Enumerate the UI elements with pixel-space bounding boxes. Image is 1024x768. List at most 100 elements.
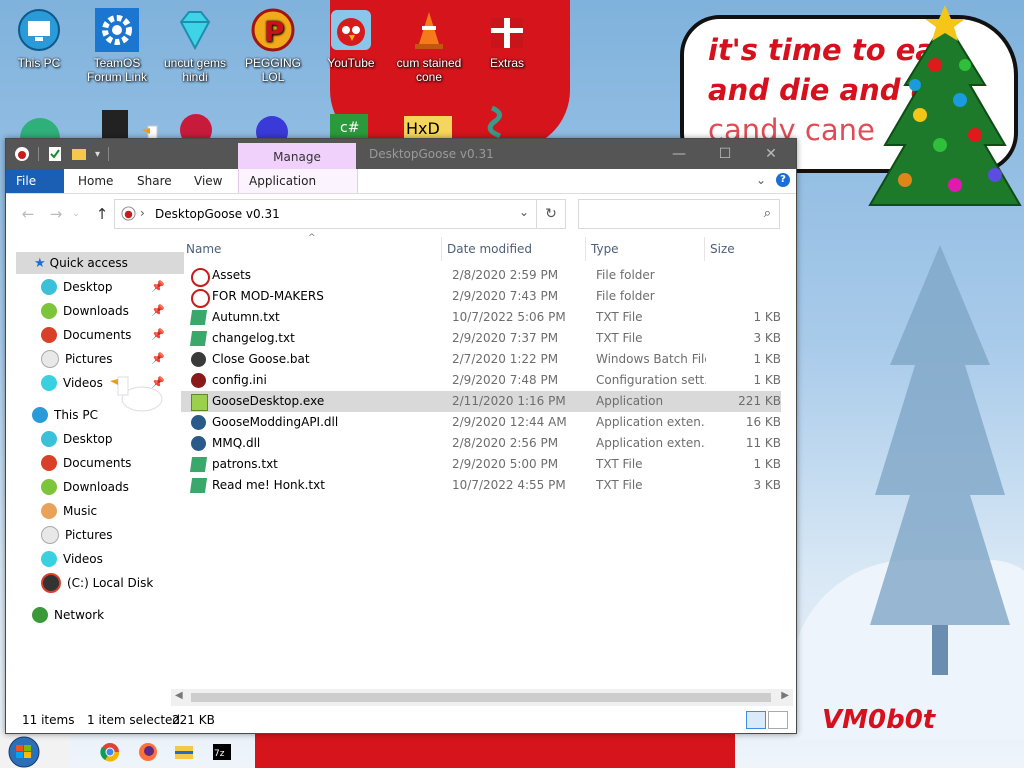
file-date: 2/9/2020 7:43 PM (452, 289, 559, 303)
column-divider[interactable] (585, 237, 586, 261)
desktop-icon-uncut-gems[interactable]: uncut gems hindi (156, 8, 234, 84)
minimize-button[interactable]: — (656, 139, 702, 169)
desktop-icon-teamos[interactable]: TeamOS Forum Link (78, 8, 156, 84)
nav-network[interactable]: Network (32, 604, 104, 626)
recent-locations-button[interactable]: ⌄ (70, 204, 82, 224)
nav-quick-documents[interactable]: Documents (41, 324, 131, 346)
file-size: 3 KB (753, 331, 781, 345)
nav-pc-videos[interactable]: Videos (41, 548, 103, 570)
dll-file-icon (191, 436, 206, 451)
column-divider[interactable] (441, 237, 442, 261)
start-button[interactable] (4, 736, 44, 768)
file-date: 10/7/2022 5:06 PM (452, 310, 566, 324)
large-icons-view-button[interactable] (768, 711, 788, 729)
nav-quick-pictures[interactable]: Pictures (41, 348, 113, 370)
scrollbar-thumb[interactable] (191, 693, 771, 702)
tab-share[interactable]: Share (127, 169, 182, 193)
nav-pc-desktop[interactable]: Desktop (41, 428, 113, 450)
pin-icon[interactable]: 📌 (151, 328, 165, 342)
status-selected-count: 1 item selected (87, 713, 181, 727)
file-row[interactable]: MMQ.dll 2/8/2020 2:56 PM Application exten… (181, 433, 781, 454)
address-dropdown-chevron-icon[interactable]: ⌄ (519, 205, 529, 219)
forward-button[interactable]: → (46, 204, 66, 224)
downloads-icon (41, 302, 57, 319)
nav-quick-access[interactable]: ★ Quick access (16, 252, 184, 274)
desktop-icon-extras[interactable]: Extras (468, 8, 546, 70)
scroll-left-icon[interactable]: ◀ (175, 690, 183, 701)
pin-icon[interactable]: 📌 (151, 352, 165, 366)
downloads-icon (41, 478, 57, 495)
text-file-icon (189, 310, 208, 325)
chevron-down-icon: ⌄ (72, 209, 80, 219)
tab-view[interactable]: View (184, 169, 232, 193)
search-box[interactable]: ⌕ (578, 199, 780, 229)
customize-toolbar-chevron-icon[interactable]: ▾ (95, 149, 100, 160)
text-file-icon (189, 331, 208, 346)
pin-icon[interactable]: 📌 (151, 280, 165, 294)
file-row[interactable]: changelog.txt 2/9/2020 7:37 PM TXT File 3 K… (181, 328, 781, 349)
up-button[interactable]: ↑ (92, 204, 112, 224)
nav-pc-downloads[interactable]: Downloads (41, 476, 129, 498)
file-row[interactable]: Read me! Honk.txt 10/7/2022 4:55 PM TXT Fi… (181, 475, 781, 496)
horizontal-scrollbar[interactable]: ◀ ▶ (171, 689, 793, 706)
column-header-name[interactable]: Name (186, 237, 441, 261)
firefox-icon[interactable] (138, 742, 158, 762)
details-view-button[interactable] (746, 711, 766, 729)
tab-file[interactable]: File (6, 169, 64, 193)
file-row[interactable]: Autumn.txt 10/7/2022 5:06 PM TXT File 1 KB (181, 307, 781, 328)
desktop-icon-youtube[interactable]: YouTube (312, 8, 390, 70)
file-row[interactable]: GooseModdingAPI.dll 2/9/2020 12:44 AM Appl… (181, 412, 781, 433)
desktop-icon-cone[interactable]: cum stained cone (390, 8, 468, 84)
maximize-button[interactable]: ☐ (702, 139, 748, 169)
file-date: 10/7/2022 4:55 PM (452, 478, 566, 492)
file-explorer-icon[interactable] (174, 742, 194, 762)
file-date: 2/9/2020 5:00 PM (452, 457, 559, 471)
tab-application-tools[interactable]: Application Tools (238, 169, 358, 212)
file-row[interactable]: Assets 2/8/2020 2:59 PM File folder (181, 265, 781, 287)
nav-quick-downloads[interactable]: Downloads (41, 300, 129, 322)
breadcrumb-desktopgoose[interactable]: DesktopGoose v0.31 (155, 207, 280, 221)
back-button[interactable]: ← (18, 204, 38, 224)
nav-pc-local-disk[interactable]: (C:) Local Disk (41, 572, 153, 594)
file-type: File folder (596, 268, 655, 282)
expand-ribbon-chevron-icon[interactable]: ⌄ (756, 173, 766, 187)
column-divider[interactable] (704, 237, 705, 261)
help-icon[interactable]: ? (776, 173, 790, 187)
file-row[interactable]: config.ini 2/9/2020 7:48 PM Configuration … (181, 370, 781, 391)
address-bar[interactable]: › DesktopGoose v0.31 ⌄ ↻ (114, 199, 566, 229)
file-list: ^ Name Date modified Type Size Assets 2/8… (176, 233, 791, 687)
star-icon: ★ (34, 256, 46, 271)
documents-icon (41, 326, 57, 343)
desktop-icon-pegging[interactable]: P PEGGING LOL (234, 8, 312, 84)
goose-app-icon[interactable] (14, 146, 30, 162)
nav-quick-videos[interactable]: Videos (41, 372, 103, 394)
new-folder-icon[interactable] (71, 146, 87, 162)
file-name: FOR MOD-MAKERS (212, 289, 324, 303)
column-header-date[interactable]: Date modified (447, 237, 582, 261)
close-button[interactable]: ✕ (748, 139, 794, 169)
pin-icon[interactable]: 📌 (151, 304, 165, 318)
nav-pc-music[interactable]: Music (41, 500, 97, 522)
file-size: 1 KB (753, 352, 781, 366)
7zip-icon[interactable]: 7z (212, 742, 232, 762)
column-header-size[interactable]: Size (710, 237, 780, 261)
nav-quick-desktop[interactable]: Desktop (41, 276, 113, 298)
nav-this-pc[interactable]: This PC (32, 404, 98, 426)
file-name: config.ini (212, 373, 267, 387)
tab-home[interactable]: Home (68, 169, 123, 193)
refresh-button[interactable]: ↻ (536, 200, 565, 228)
desktop-icon-this-pc[interactable]: This PC (0, 8, 78, 70)
column-header-type[interactable]: Type (591, 237, 701, 261)
file-row[interactable]: GooseDesktop.exe 2/11/2020 1:16 PM Applica… (181, 391, 781, 412)
music-icon (41, 502, 57, 519)
tab-manage[interactable]: Manage (238, 143, 356, 169)
nav-pc-pictures[interactable]: Pictures (41, 524, 113, 546)
file-row[interactable]: FOR MOD-MAKERS 2/9/2020 7:43 PM File folde… (181, 286, 781, 308)
nav-pc-documents[interactable]: Documents (41, 452, 131, 474)
svg-text:c#: c# (340, 120, 359, 136)
file-row[interactable]: Close Goose.bat 2/7/2020 1:22 PM Windows B… (181, 349, 781, 370)
scroll-right-icon[interactable]: ▶ (781, 690, 789, 701)
file-row[interactable]: patrons.txt 2/9/2020 5:00 PM TXT File 1 KB (181, 454, 781, 475)
chrome-icon[interactable] (100, 742, 120, 762)
properties-icon[interactable] (47, 146, 63, 162)
